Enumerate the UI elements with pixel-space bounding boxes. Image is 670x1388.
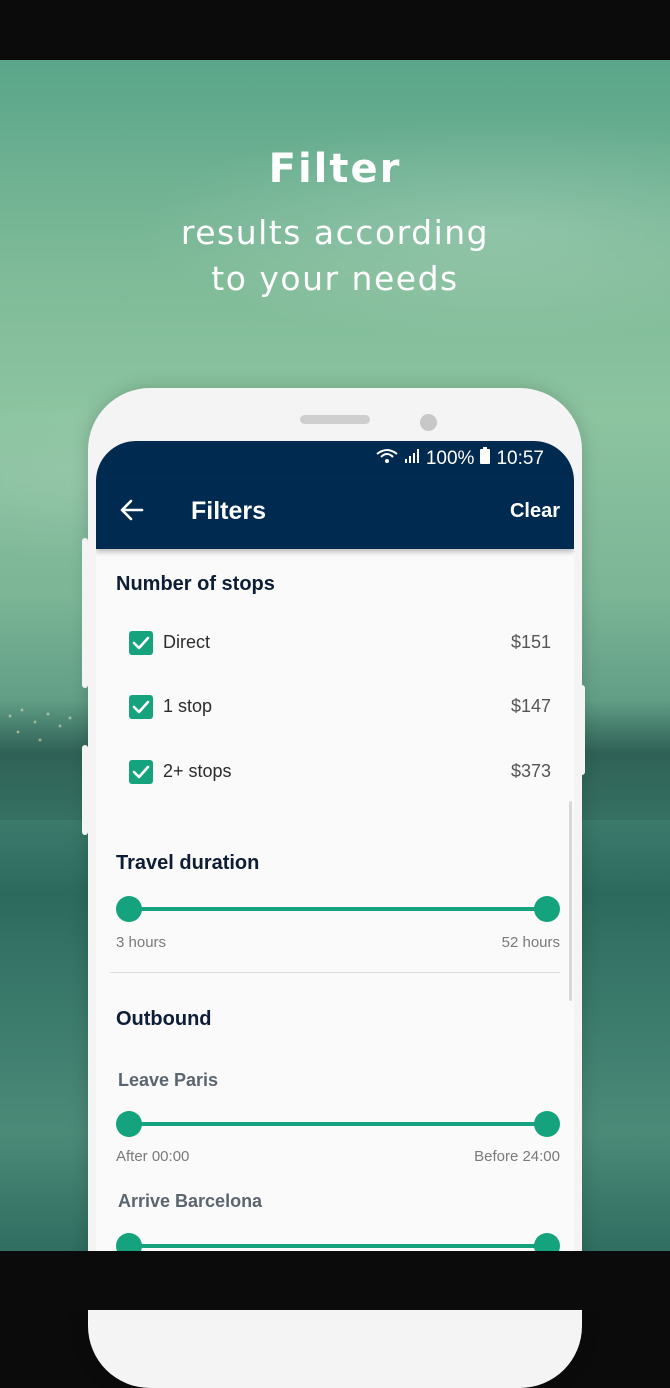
slider-max-thumb[interactable]	[534, 1233, 560, 1251]
slider-min-thumb[interactable]	[116, 1233, 142, 1251]
stop-option-2-plus-stops[interactable]: 2+ stops $373	[129, 752, 551, 792]
slider-track	[128, 907, 548, 911]
top-black-bar	[0, 0, 670, 60]
slider-max-thumb[interactable]	[534, 1111, 560, 1137]
section-divider	[110, 972, 560, 973]
stop-option-direct[interactable]: Direct $151	[129, 623, 551, 663]
battery-icon	[480, 447, 491, 470]
clear-button[interactable]: Clear	[510, 500, 560, 523]
promo-title: Filter	[268, 146, 402, 192]
duration-range-slider[interactable]	[116, 894, 560, 924]
phone-side-button-right	[579, 685, 585, 775]
promo-subtitle: results according to your needs	[0, 210, 670, 302]
battery-percent: 100%	[425, 447, 475, 469]
scrollbar[interactable]	[569, 801, 572, 1001]
back-button[interactable]	[118, 496, 146, 524]
leave-paris-label: Leave Paris	[118, 1070, 219, 1090]
clock: 10:57	[496, 447, 544, 469]
checkbox-checked-icon[interactable]	[129, 695, 153, 719]
leave-min-label: After 00:00	[116, 1148, 190, 1165]
stop-option-price: $151	[510, 632, 551, 652]
leave-time-range-slider[interactable]	[116, 1109, 560, 1139]
promo-subtitle-line2: to your needs	[211, 259, 459, 298]
slider-track	[128, 1244, 548, 1248]
signal-icon	[404, 448, 420, 470]
promo-subtitle-line1: results according	[180, 213, 490, 252]
phone-camera	[420, 414, 437, 431]
stop-option-label: 1 stop	[163, 696, 213, 716]
checkbox-checked-icon[interactable]	[129, 760, 153, 784]
stops-section-title: Number of stops	[116, 573, 275, 595]
city-lights	[0, 696, 90, 766]
slider-track	[128, 1122, 548, 1126]
stop-option-label: Direct	[163, 632, 211, 652]
arrow-left-icon	[120, 499, 144, 521]
stop-option-price: $373	[510, 761, 551, 781]
slider-max-thumb[interactable]	[534, 896, 560, 922]
duration-min-label: 3 hours	[116, 934, 167, 951]
promo-headline: Filter results according to your needs	[0, 146, 670, 302]
stop-option-1-stop[interactable]: 1 stop $147	[129, 687, 551, 727]
page-title: Filters	[191, 497, 267, 525]
bottom-black-bar	[0, 1251, 670, 1310]
status-icons: 100% 10:57	[376, 447, 544, 470]
phone-side-button-left-2	[82, 745, 88, 835]
duration-max-label: 52 hours	[501, 934, 560, 951]
phone-speaker	[300, 415, 370, 424]
checkbox-checked-icon[interactable]	[129, 631, 153, 655]
wifi-icon	[376, 448, 398, 470]
app-screen: 100% 10:57 Filters Clear Number of stops…	[96, 441, 574, 1251]
slider-min-thumb[interactable]	[116, 1111, 142, 1137]
phone-side-button-left	[82, 538, 88, 688]
stop-option-label: 2+ stops	[163, 761, 232, 781]
leave-max-label: Before 24:00	[474, 1148, 560, 1165]
stop-option-price: $147	[510, 696, 551, 716]
arrive-barcelona-label: Arrive Barcelona	[118, 1191, 263, 1211]
arrive-time-range-slider[interactable]	[116, 1231, 560, 1251]
status-bar: 100% 10:57	[96, 441, 574, 474]
duration-section-title: Travel duration	[116, 852, 260, 874]
app-bar: Filters Clear	[96, 474, 574, 549]
outbound-section-title: Outbound	[116, 1008, 212, 1030]
slider-min-thumb[interactable]	[116, 896, 142, 922]
